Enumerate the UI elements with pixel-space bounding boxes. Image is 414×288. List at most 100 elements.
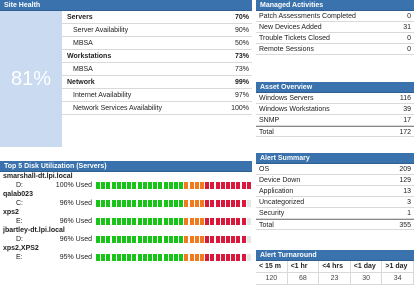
disk-usage-segment: [220, 254, 225, 261]
managed-activity-row-label: Trouble Tickets Closed: [259, 35, 330, 42]
disk-usage-segment: [200, 236, 204, 243]
disk-usage-segment: [116, 236, 121, 243]
managed-activity-row: Patch Assessments Completed 0: [256, 11, 414, 22]
asset-row: Total 172: [256, 126, 414, 137]
disk-usage-segment: [246, 218, 251, 225]
alert-row-value: 1: [407, 210, 411, 217]
turnaround-value: 34: [382, 273, 414, 285]
site-health-row-label: Server Availability: [73, 27, 129, 34]
disk-usage-segment: [127, 218, 132, 225]
alert-row: Security 1: [256, 208, 414, 219]
disk-usage-segment: [184, 218, 189, 225]
alert-row-value: 13: [403, 188, 411, 195]
disk-usage-bar: [96, 218, 251, 225]
disk-host-name: xps2: [3, 209, 19, 216]
disk-usage-segment: [246, 182, 251, 189]
turnaround-header[interactable]: >1 day: [382, 261, 414, 273]
alert-row: Total 355: [256, 219, 414, 230]
disk-usage-segment: [174, 200, 178, 207]
disk-usage-bar: [96, 254, 251, 261]
asset-overview-panel: Asset Overview Windows Servers 116 Windows…: [256, 82, 414, 137]
disk-usage-segment: [174, 236, 178, 243]
managed-activity-row-value: 0: [407, 35, 411, 42]
disk-usage-segment: [132, 236, 137, 243]
turnaround-header[interactable]: < 15 m: [256, 261, 288, 273]
disk-usage-segment: [241, 200, 246, 207]
disk-usage-segment: [215, 254, 220, 261]
disk-usage-segment: [179, 236, 184, 243]
disk-usage-segment: [137, 254, 142, 261]
site-health-panel: Site Health 81% Servers 70% Server Availab…: [0, 0, 252, 147]
disk-usage-segment: [174, 218, 178, 225]
site-health-row-label: MBSA: [73, 40, 93, 47]
disk-usage-segment: [122, 254, 126, 261]
disk-usage-segment: [163, 254, 168, 261]
disk-usage-segment: [189, 236, 194, 243]
disk-drive-letter: C:: [16, 200, 23, 207]
disk-usage-segment: [142, 236, 147, 243]
disk-usage-segment: [111, 236, 116, 243]
disk-usage-segment: [127, 236, 132, 243]
alert-row-label: Total: [259, 222, 274, 229]
site-health-row-value: 73%: [234, 66, 249, 73]
disk-usage-segment: [148, 254, 152, 261]
disk-usage-segment: [179, 200, 184, 207]
disk-usage-segment: [153, 254, 158, 261]
site-health-row: Internet Availability 97%: [62, 89, 252, 102]
disk-usage-segment: [194, 254, 199, 261]
disk-usage-segment: [106, 236, 111, 243]
asset-row-value: 172: [399, 129, 411, 136]
disk-usage-segment: [127, 182, 132, 189]
disk-usage-segment: [194, 200, 199, 207]
turnaround-value: 68: [287, 273, 320, 285]
site-health-row: Network 99%: [62, 76, 252, 89]
alert-row-label: OS: [259, 166, 270, 173]
asset-row-value: 17: [403, 117, 411, 124]
site-health-row-value: 90%: [234, 27, 249, 34]
disk-used-text: 96% Used: [59, 200, 92, 207]
alert-summary-panel: Alert Summary OS 209 Device Down 129 Applica…: [256, 153, 414, 230]
disk-usage-segment: [122, 218, 126, 225]
disk-used-text: 95% Used: [59, 254, 92, 261]
turnaround-header[interactable]: <4 hrs: [319, 261, 351, 273]
disk-usage-segment: [137, 200, 142, 207]
turnaround-value: 23: [319, 273, 351, 285]
disk-usage-segment: [122, 236, 126, 243]
managed-activity-row-value: 31: [403, 24, 411, 31]
disk-usage-segment: [106, 218, 111, 225]
disk-usage-segment: [200, 218, 204, 225]
disk-drive-letter: E:: [16, 254, 23, 261]
disk-usage-segment: [168, 182, 173, 189]
disk-usage-segment: [179, 254, 184, 261]
alert-row-value: 3: [407, 199, 411, 206]
disk-usage-bar: [96, 236, 251, 243]
disk-usage-segment: [179, 218, 184, 225]
site-health-row-label: Servers: [67, 14, 93, 21]
disk-usage-segment: [137, 218, 142, 225]
disk-usage-segment: [200, 182, 204, 189]
asset-row: SNMP 17: [256, 115, 414, 126]
site-health-row: Servers 70%: [62, 11, 252, 24]
alert-row-label: Device Down: [259, 177, 301, 184]
disk-usage-segment: [231, 218, 236, 225]
disk-used-text: 96% Used: [59, 218, 92, 225]
disk-usage-segment: [153, 200, 158, 207]
alert-row-label: Security: [259, 210, 285, 217]
managed-activities-panel: Managed Activities Patch Assessments Com…: [256, 0, 414, 55]
disk-usage-segment: [215, 218, 220, 225]
managed-activity-row: Remote Sessions 0: [256, 44, 414, 55]
disk-usage-segment: [210, 218, 215, 225]
alert-summary-title: Alert Summary: [256, 153, 414, 164]
turnaround-header[interactable]: <1 hr: [287, 261, 320, 273]
disk-usage-segment: [246, 200, 251, 207]
disk-usage-segment: [236, 182, 241, 189]
disk-usage-segment: [194, 236, 199, 243]
turnaround-header[interactable]: <1 day: [350, 261, 383, 273]
disk-usage-segment: [246, 254, 251, 261]
disk-usage-segment: [231, 200, 236, 207]
site-health-row-label: Workstations: [67, 53, 112, 60]
disk-usage-segment: [200, 200, 204, 207]
asset-row-value: 39: [403, 106, 411, 113]
disk-host-name: qalab023: [3, 191, 33, 198]
disk-usage-segment: [236, 254, 241, 261]
